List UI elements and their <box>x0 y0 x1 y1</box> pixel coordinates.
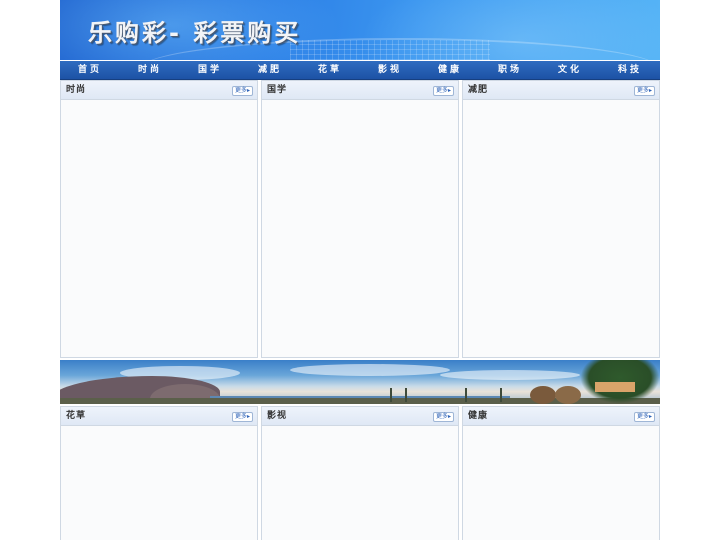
panel-health: 健康 更多▸ <box>462 406 660 540</box>
panel-flowers: 花草 更多▸ <box>60 406 258 540</box>
nav-item-career[interactable]: 职场 <box>480 61 540 79</box>
more-link[interactable]: 更多▸ <box>432 412 454 422</box>
panel-film: 影视 更多▸ <box>261 406 459 540</box>
site-title: 乐购彩- 彩票购买 <box>88 19 302 47</box>
panel-guoxue: 国学 更多▸ <box>261 80 459 358</box>
shrub-shape <box>530 386 556 404</box>
nav-item-culture[interactable]: 文化 <box>540 61 600 79</box>
cloud-shape <box>440 370 580 380</box>
panel-title: 影视 <box>267 411 288 421</box>
chevron-right-icon: ▸ <box>648 87 652 94</box>
panel-header: 减肥 更多▸ <box>463 81 659 100</box>
chevron-right-icon: ▸ <box>447 413 451 420</box>
nav-item-film[interactable]: 影视 <box>360 61 420 79</box>
more-label: 更多 <box>435 413 448 420</box>
panel-header: 花草 更多▸ <box>61 407 257 426</box>
house-shape <box>595 382 635 392</box>
fence-post <box>390 388 392 402</box>
site-container: 乐购彩- 彩票购买 首页 时尚 国学 减肥 花草 影视 健康 职场 文化 科技 … <box>60 0 660 540</box>
cloud-shape <box>290 364 450 376</box>
more-link[interactable]: 更多▸ <box>633 412 655 422</box>
more-label: 更多 <box>636 87 649 94</box>
chevron-right-icon: ▸ <box>447 87 451 94</box>
more-label: 更多 <box>234 87 247 94</box>
panel-title: 花草 <box>66 411 87 421</box>
chevron-right-icon: ▸ <box>648 413 652 420</box>
chevron-right-icon: ▸ <box>246 87 250 94</box>
panel-header: 时尚 更多▸ <box>61 81 257 100</box>
more-label: 更多 <box>435 87 448 94</box>
shrub-shape <box>555 386 581 404</box>
nav-item-tech[interactable]: 科技 <box>600 61 660 79</box>
panel-header: 影视 更多▸ <box>262 407 458 426</box>
panel-fashion: 时尚 更多▸ <box>60 80 258 358</box>
panel-title: 健康 <box>468 411 489 421</box>
nav-item-fashion[interactable]: 时尚 <box>120 61 180 79</box>
nav-item-flowers[interactable]: 花草 <box>300 61 360 79</box>
panel-diet: 减肥 更多▸ <box>462 80 660 358</box>
site-banner: 乐购彩- 彩票购买 <box>60 0 660 60</box>
fence-post <box>500 388 502 402</box>
panel-title: 减肥 <box>468 85 489 95</box>
panel-header: 国学 更多▸ <box>262 81 458 100</box>
nav-item-guoxue[interactable]: 国学 <box>180 61 240 79</box>
more-label: 更多 <box>636 413 649 420</box>
panel-title: 国学 <box>267 85 288 95</box>
main-nav: 首页 时尚 国学 减肥 花草 影视 健康 职场 文化 科技 <box>60 61 660 80</box>
more-link[interactable]: 更多▸ <box>432 86 454 96</box>
page: 乐购彩- 彩票购买 首页 时尚 国学 减肥 花草 影视 健康 职场 文化 科技 … <box>0 0 720 540</box>
panel-header: 健康 更多▸ <box>463 407 659 426</box>
nav-item-home[interactable]: 首页 <box>60 61 120 79</box>
panel-title: 时尚 <box>66 85 87 95</box>
more-link[interactable]: 更多▸ <box>633 86 655 96</box>
nav-item-health[interactable]: 健康 <box>420 61 480 79</box>
more-link[interactable]: 更多▸ <box>231 412 253 422</box>
more-link[interactable]: 更多▸ <box>231 86 253 96</box>
scenic-banner-image <box>60 360 660 404</box>
more-label: 更多 <box>234 413 247 420</box>
nav-item-diet[interactable]: 减肥 <box>240 61 300 79</box>
fence-post <box>465 388 467 402</box>
fence-post <box>405 388 407 402</box>
banner-grid-pattern <box>290 40 490 60</box>
chevron-right-icon: ▸ <box>246 413 250 420</box>
